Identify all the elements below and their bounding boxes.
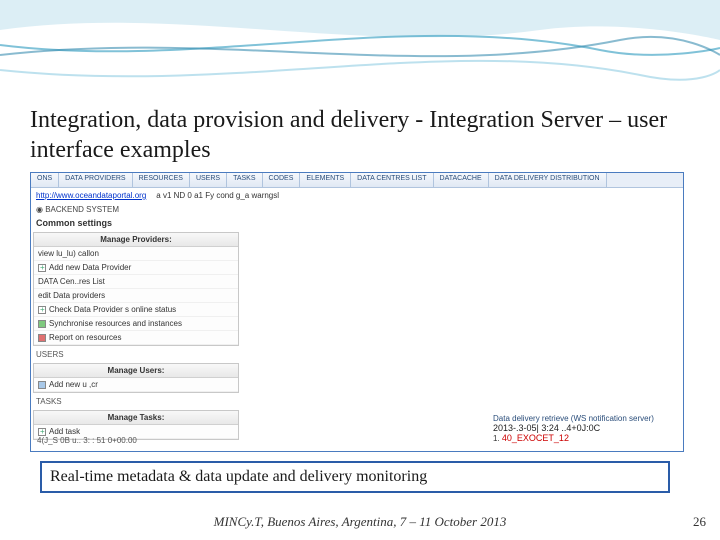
users-section-label: USERS: [31, 348, 241, 361]
manage-users-panel: Manage Users: Add new u ,cr: [33, 363, 239, 393]
footer-text: MINCy.T, Buenos Aires, Argentina, 7 – 11…: [0, 514, 720, 530]
tasks-section-label: TASKS: [31, 395, 241, 408]
tab-datacache[interactable]: DATACACHE: [434, 173, 489, 187]
tab-bar: ONS DATA PROVIDERS RESOURCES USERS TASKS…: [31, 173, 683, 188]
tab-data-centres-list[interactable]: DATA CENTRES LIST: [351, 173, 433, 187]
sync-icon: [38, 320, 46, 328]
backend-label: ◉ BACKEND SYSTEM: [31, 203, 683, 216]
ui-screenshot: ONS DATA PROVIDERS RESOURCES USERS TASKS…: [30, 172, 684, 452]
page-number: 26: [693, 514, 706, 530]
caption-box: Real-time metadata & data update and del…: [40, 461, 670, 493]
list-item[interactable]: Add new Data Provider: [34, 261, 238, 275]
delivery-timestamp: 2013-.3-05| 3:24 ..4+0J:0C: [493, 423, 673, 433]
tab-data-providers[interactable]: DATA PROVIDERS: [59, 173, 132, 187]
list-item[interactable]: DATA Cen..res List: [34, 275, 238, 289]
tab-data-delivery[interactable]: DATA DELIVERY DISTRIBUTION: [489, 173, 607, 187]
report-icon: [38, 334, 46, 342]
tab-users[interactable]: USERS: [190, 173, 227, 187]
list-item[interactable]: edit Data providers: [34, 289, 238, 303]
url-bar: http://www.oceandataportal.org a v1 ND 0…: [31, 188, 683, 203]
url-suffix-text: a v1 ND 0 a1 Fy cond g_a warngsl: [156, 191, 279, 200]
cruise-id[interactable]: 40_EXOCET_12: [502, 433, 569, 443]
common-settings-label: Common settings: [31, 216, 683, 230]
list-item[interactable]: Check Data Provider s online status: [34, 303, 238, 317]
list-item[interactable]: Add new u ,cr: [34, 378, 238, 392]
tab-codes[interactable]: CODES: [263, 173, 301, 187]
manage-providers-head: Manage Providers:: [34, 233, 238, 247]
manage-users-head: Manage Users:: [34, 364, 238, 378]
plus-icon: [38, 428, 46, 436]
delivery-header: Data delivery retrieve (WS notification …: [493, 414, 673, 423]
manage-tasks-head: Manage Tasks:: [34, 411, 238, 425]
list-item[interactable]: Synchronise resources and instances: [34, 317, 238, 331]
portal-url-link[interactable]: http://www.oceandataportal.org: [36, 191, 146, 200]
user-icon: [38, 381, 46, 389]
slide-title: Integration, data provision and delivery…: [30, 105, 690, 165]
tab-tasks[interactable]: TASKS: [227, 173, 262, 187]
tab-ons[interactable]: ONS: [31, 173, 59, 187]
plus-icon: [38, 306, 46, 314]
list-item[interactable]: view lu_lu) callon: [34, 247, 238, 261]
wave-background: [0, 0, 720, 90]
timestamp-left: 4(J_S 0B u.. 3: : 51 0+00.00: [37, 436, 137, 445]
tab-resources[interactable]: RESOURCES: [133, 173, 190, 187]
plus-icon: [38, 264, 46, 272]
delivery-number: 1.: [493, 434, 500, 443]
tab-elements[interactable]: ELEMENTS: [300, 173, 351, 187]
delivery-status-block: Data delivery retrieve (WS notification …: [493, 414, 673, 443]
manage-providers-panel: Manage Providers: view lu_lu) callon Add…: [33, 232, 239, 346]
list-item[interactable]: Report on resources: [34, 331, 238, 345]
